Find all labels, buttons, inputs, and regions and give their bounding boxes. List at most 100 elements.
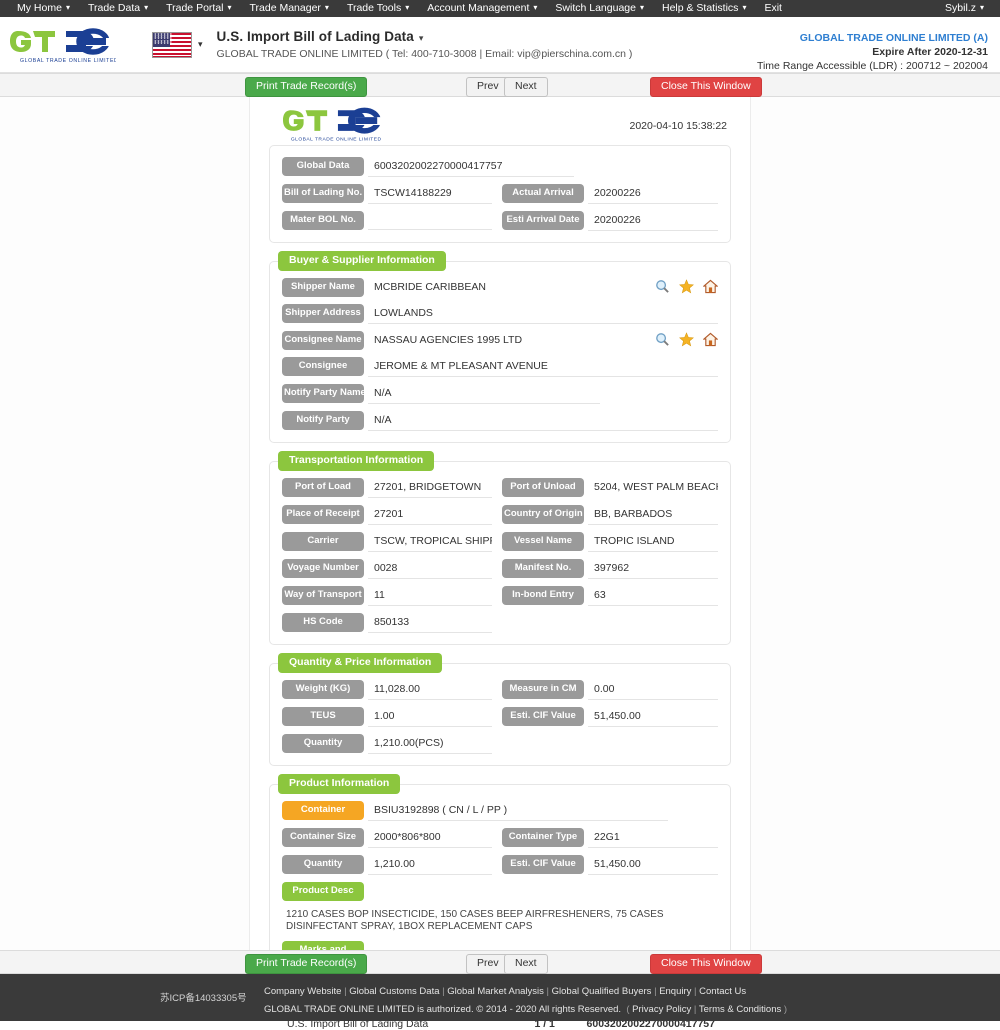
row-product-quantity-cif: Quantity 1,210.00 Esti. CIF Value 51,450… (282, 855, 718, 875)
footer-link-global-qualified-buyers[interactable]: Global Qualified Buyers (552, 986, 652, 997)
field-esti-cif-value: Esti. CIF Value 51,450.00 (500, 707, 718, 727)
field-label: Notify Party Name (282, 384, 364, 403)
close-window-button[interactable]: Close This Window (650, 77, 762, 97)
footer-link-terms-conditions[interactable]: Terms & Conditions (699, 1004, 781, 1015)
row-bol-actual-arrival: Bill of Lading No. TSCW14188229 Actual A… (282, 184, 718, 204)
field-value: 63 (588, 586, 718, 606)
field-value: BB, BARBADOS (588, 505, 718, 525)
footer-link-company-website[interactable]: Company Website (264, 986, 341, 997)
row-hs-code: HS Code 850133 (282, 613, 718, 633)
row-ports: Port of Load 27201, BRIDGETOWN Port of U… (282, 478, 718, 498)
print-trade-records-button-bottom[interactable]: Print Trade Record(s) (245, 954, 368, 974)
page-title[interactable]: U.S. Import Bill of Lading Data ▾ (217, 29, 633, 44)
field-port-of-load: Port of Load 27201, BRIDGETOWN (282, 478, 500, 498)
nav-item-trade-tools[interactable]: Trade Tools ▾ (338, 0, 418, 17)
nav-item-user-menu[interactable]: Sybil.z ▾ (936, 0, 992, 17)
svg-text:GLOBAL TRADE ONLINE LIMITED: GLOBAL TRADE ONLINE LIMITED (291, 137, 382, 143)
nav-item-trade-manager[interactable]: Trade Manager ▾ (241, 0, 338, 17)
field-value: 27201 (368, 505, 492, 525)
field-label: Notify Party (282, 411, 364, 430)
next-button-bottom[interactable]: Next (504, 954, 548, 974)
nav-item-help-statistics[interactable]: Help & Statistics ▾ (653, 0, 755, 17)
page-header: GLOBAL TRADE ONLINE LIMITED ★★★★★★ ★★★★★… (0, 17, 1000, 73)
field-container: Container BSIU3192898 ( CN / L / PP ) (282, 801, 718, 821)
field-value: 0.00 (588, 680, 718, 700)
field-value: 2000*806*800 (368, 828, 492, 848)
field-label: Bill of Lading No. (282, 184, 364, 203)
field-value: TSCW14188229 (368, 184, 492, 204)
field-label: Place of Receipt (282, 505, 364, 524)
nav-item-account-management[interactable]: Account Management ▾ (418, 0, 546, 17)
footer-copyright: GLOBAL TRADE ONLINE LIMITED is authorize… (264, 1004, 788, 1015)
product-description-text: 1210 CASES BOP INSECTICIDE, 150 CASES BE… (286, 909, 664, 932)
field-place-of-receipt: Place of Receipt 27201 (282, 505, 500, 525)
site-logo[interactable]: GLOBAL TRADE ONLINE LIMITED (10, 25, 130, 65)
field-notify-party-name: Notify Party Name N/A (282, 384, 718, 404)
country-flag-selector[interactable]: ★★★★★★ ★★★★★★ ★★★★★★ ★★★★★★ ★★★★★★ ▾ (152, 31, 203, 58)
field-quantity: Quantity 1,210.00(PCS) (282, 734, 500, 754)
field-value: 1.00 (368, 707, 492, 727)
field-value: JEROME & MT PLEASANT AVENUE (368, 357, 718, 377)
account-name[interactable]: GLOBAL TRADE ONLINE LIMITED (A) (757, 31, 988, 45)
home-icon[interactable] (703, 332, 718, 347)
field-value: N/A (368, 411, 718, 431)
field-value: MCBRIDE CARIBBEAN (374, 281, 487, 293)
nav-item-my-home[interactable]: My Home ▾ (8, 0, 79, 17)
footer-link-global-market-analysis[interactable]: Global Market Analysis (447, 986, 544, 997)
footer-link-contact-us[interactable]: Contact Us (699, 986, 746, 997)
toolbar-bottom: Print Trade Record(s) Prev Next Close Th… (0, 950, 1000, 974)
row-teus-cif: TEUS 1.00 Esti. CIF Value 51,450.00 (282, 707, 718, 727)
search-icon[interactable] (655, 332, 670, 347)
nav-item-trade-portal[interactable]: Trade Portal ▾ (157, 0, 240, 17)
field-label: HS Code (282, 613, 364, 632)
field-label: Global Data (282, 157, 364, 176)
field-label: Measure in CM (502, 680, 584, 699)
panel-legend: Transportation Information (278, 451, 435, 471)
field-value: LOWLANDS (368, 304, 718, 324)
nav-item-trade-data[interactable]: Trade Data ▾ (79, 0, 157, 17)
field-label: Container Type (502, 828, 584, 847)
field-value: TSCW, TROPICAL SHIPPING & (368, 532, 492, 552)
home-icon[interactable] (703, 279, 718, 294)
field-port-of-unload: Port of Unload 5204, WEST PALM BEACH, FL (500, 478, 718, 497)
field-esti-arrival-date: Esti Arrival Date 20200226 (500, 211, 718, 231)
field-value: 850133 (368, 613, 492, 633)
chevron-down-icon: ▾ (639, 3, 644, 12)
chevron-down-icon: ▾ (533, 3, 538, 12)
field-value: 397962 (588, 559, 718, 579)
footer-link-global-customs-data[interactable]: Global Customs Data (349, 986, 439, 997)
field-bill-of-lading-no: Bill of Lading No. TSCW14188229 (282, 184, 500, 204)
panel-legend: Product Information (278, 774, 401, 794)
nav-item-exit[interactable]: Exit (755, 0, 791, 17)
nav-item-label: Account Management (427, 2, 530, 14)
chevron-down-icon: ▾ (65, 3, 70, 12)
row-carrier-vessel: Carrier TSCW, TROPICAL SHIPPING & Vessel… (282, 532, 718, 552)
star-icon[interactable] (679, 332, 694, 347)
footer-link-privacy-policy[interactable]: Privacy Policy (632, 1004, 691, 1015)
star-icon[interactable] (679, 279, 694, 294)
chevron-down-icon: ▾ (405, 3, 410, 12)
top-navigation-bar: My Home ▾ Trade Data ▾ Trade Portal ▾ Trade… (0, 0, 1000, 17)
field-product-cif-value: Esti. CIF Value 51,450.00 (500, 855, 718, 875)
close-window-button-bottom[interactable]: Close This Window (650, 954, 762, 974)
field-label: Port of Unload (502, 478, 584, 497)
field-global-data: Global Data 6003202002270000417757 (282, 157, 718, 177)
next-button[interactable]: Next (504, 77, 548, 97)
field-value: 11 (368, 586, 492, 606)
nav-item-switch-language[interactable]: Switch Language ▾ (546, 0, 653, 17)
print-trade-records-button[interactable]: Print Trade Record(s) (245, 77, 368, 97)
nav-item-label: Help & Statistics (661, 2, 739, 14)
panel-legend: Buyer & Supplier Information (278, 251, 446, 271)
field-product-desc-label-row: Product Desc (282, 882, 718, 901)
nav-item-label: Trade Data (87, 2, 141, 14)
field-voyage-number: Voyage Number 0028 (282, 559, 500, 579)
page-title-text: U.S. Import Bill of Lading Data (216, 29, 414, 44)
field-value: 6003202002270000417757 (368, 157, 574, 177)
document-header: GLOBAL TRADE ONLINE LIMITED 2020-04-10 1… (261, 97, 739, 145)
field-value: 1,210.00(PCS) (368, 734, 492, 754)
footer-link-enquiry[interactable]: Enquiry (659, 986, 691, 997)
search-icon[interactable] (655, 279, 670, 294)
row-transport-inbond: Way of Transport 11 In-bond Entry 63 (282, 586, 718, 606)
field-container-size: Container Size 2000*806*800 (282, 828, 500, 848)
field-label: In-bond Entry (502, 586, 584, 605)
